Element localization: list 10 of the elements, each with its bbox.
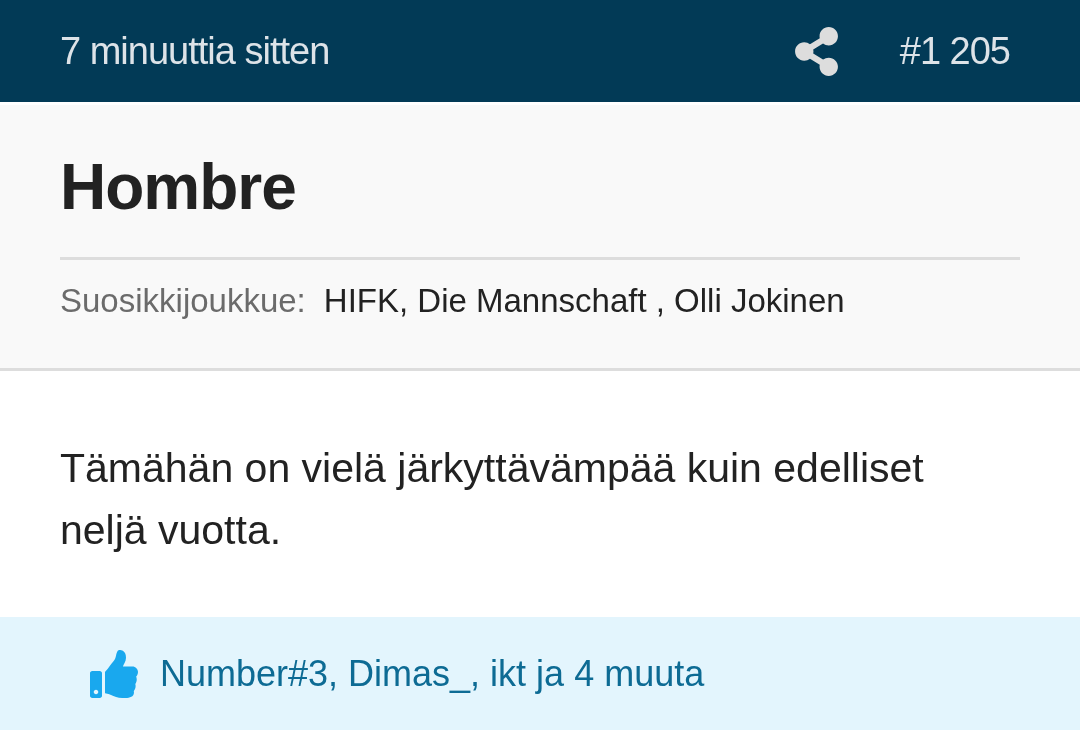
post-message: Tämähän on vielä järkyttävämpää kuin edelliset neljä vuotta.	[60, 444, 925, 555]
post-time: 7 minuuttia sitten	[60, 29, 330, 73]
post-number: #1 205	[899, 29, 1010, 73]
author-name: Hombre	[60, 151, 296, 223]
likers-link[interactable]: Number#3, Dimas_, ikt ja 4 muuta	[160, 652, 705, 695]
share-icon	[794, 26, 838, 76]
thumbs-up-icon	[90, 649, 138, 698]
share-button[interactable]	[794, 26, 838, 76]
favorite-teams-value: HIFK, Die Mannschaft , Olli Jokinen	[323, 282, 845, 320]
favorite-teams-label: Suosikkijoukkue:	[60, 282, 306, 320]
